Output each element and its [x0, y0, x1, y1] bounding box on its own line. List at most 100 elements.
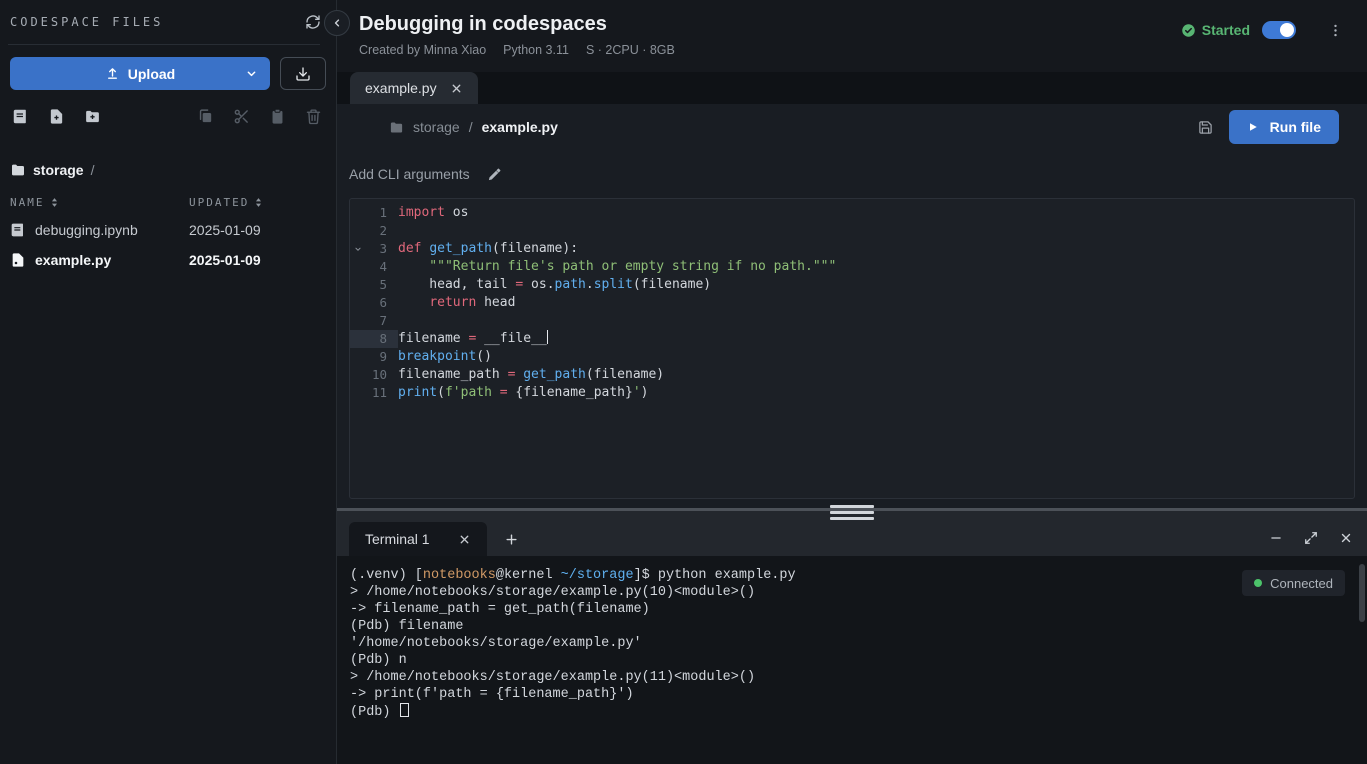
- expand-icon: [1304, 531, 1318, 545]
- download-button[interactable]: [280, 57, 326, 90]
- code-text: breakpoint(): [398, 348, 492, 366]
- sort-by-updated-button[interactable]: UPDATED: [189, 196, 326, 209]
- trash-icon: [305, 108, 322, 125]
- upload-label: Upload: [128, 66, 175, 82]
- refresh-icon: [305, 14, 321, 30]
- line-number: 1: [366, 204, 387, 222]
- line-number: 4: [366, 258, 387, 276]
- expand-terminal-button[interactable]: [1304, 531, 1318, 545]
- file-toolbar: storage / example.py Run file: [337, 104, 1367, 150]
- line-gutter: 4: [350, 258, 398, 276]
- folder-name[interactable]: storage: [33, 162, 84, 178]
- new-terminal-button[interactable]: [504, 532, 519, 547]
- code-line-7[interactable]: 7: [350, 312, 1354, 330]
- resize-handle[interactable]: [830, 505, 874, 520]
- upload-icon: [105, 66, 120, 81]
- code-line-11[interactable]: 11print(f'path = {filename_path}'): [350, 384, 1354, 402]
- connected-badge: Connected: [1242, 570, 1345, 596]
- sort-icon: [252, 196, 265, 209]
- toggle-knob: [1280, 23, 1294, 37]
- folder-icon: [389, 120, 404, 135]
- chevron-left-icon: [330, 16, 344, 30]
- scissors-icon: [233, 108, 250, 125]
- refresh-button[interactable]: [302, 11, 324, 33]
- code-line-4[interactable]: 4 """Return file's path or empty string …: [350, 258, 1354, 276]
- terminal-line: > /home/notebooks/storage/example.py(11)…: [350, 669, 1367, 686]
- code-line-10[interactable]: 10filename_path = get_path(filename): [350, 366, 1354, 384]
- terminal-scrollbar[interactable]: [1359, 564, 1365, 622]
- breadcrumb-folder[interactable]: storage: [413, 119, 460, 135]
- fold-chevron-icon[interactable]: [353, 244, 366, 254]
- save-button[interactable]: [1198, 120, 1213, 135]
- sidebar-breadcrumb[interactable]: storage /: [0, 135, 336, 190]
- line-number: 9: [366, 348, 387, 366]
- tab-terminal-1[interactable]: Terminal 1: [349, 522, 487, 556]
- code-text: def get_path(filename):: [398, 240, 578, 258]
- breadcrumb-file: example.py: [482, 119, 558, 135]
- terminal-line: (Pdb) filename: [350, 618, 1367, 635]
- plus-icon: [504, 532, 519, 547]
- folder-icon: [10, 162, 26, 178]
- line-gutter: 6: [350, 294, 398, 312]
- code-line-5[interactable]: 5 head, tail = os.path.split(filename): [350, 276, 1354, 294]
- line-number: 5: [366, 276, 387, 294]
- line-gutter: 7: [350, 312, 398, 330]
- close-icon: [1339, 531, 1353, 545]
- breadcrumb-separator: /: [91, 162, 95, 178]
- file-row[interactable]: debugging.ipynb2025-01-09: [0, 215, 336, 245]
- file-name: example.py: [10, 252, 189, 268]
- minimize-terminal-button[interactable]: [1269, 531, 1283, 545]
- cli-arguments-label: Add CLI arguments: [349, 166, 470, 182]
- line-gutter: 9: [350, 348, 398, 366]
- close-icon: [450, 82, 463, 95]
- code-text: print(f'path = {filename_path}'): [398, 384, 648, 402]
- close-tab-button[interactable]: [450, 82, 463, 95]
- collapse-sidebar-button[interactable]: [324, 10, 350, 36]
- code-text: head, tail = os.path.split(filename): [398, 276, 711, 294]
- machine-spec: S · 2CPU · 8GB: [586, 43, 675, 57]
- run-file-button[interactable]: Run file: [1229, 110, 1339, 144]
- more-options-button[interactable]: [1324, 19, 1347, 42]
- folder-plus-icon: [84, 108, 101, 125]
- line-gutter: 10: [350, 366, 398, 384]
- play-icon: [1247, 121, 1259, 133]
- line-gutter: 11: [350, 384, 398, 402]
- file-row[interactable]: example.py2025-01-09: [0, 245, 336, 275]
- new-file-button[interactable]: [46, 106, 67, 127]
- notebook-header: Debugging in codespaces Created by Minna…: [337, 0, 1367, 72]
- machine-toggle[interactable]: [1262, 21, 1296, 39]
- line-gutter: 5: [350, 276, 398, 294]
- code-line-1[interactable]: 1import os: [350, 204, 1354, 222]
- file-breadcrumb: storage / example.py: [389, 119, 558, 135]
- sidebar: CODESPACE FILES Upload storage / NAME: [0, 0, 337, 764]
- sidebar-title: CODESPACE FILES: [10, 15, 163, 29]
- edit-cli-arguments-button[interactable]: [487, 167, 502, 182]
- status-badge: Started: [1181, 22, 1250, 38]
- code-line-9[interactable]: 9 breakpoint(): [350, 348, 1354, 366]
- pencil-icon: [487, 167, 502, 182]
- terminal-output[interactable]: (.venv) [notebooks@kernel ~/storage]$ py…: [337, 556, 1367, 764]
- app-window: CODESPACE FILES Upload storage / NAME: [0, 0, 1367, 764]
- main-area: Debugging in codespaces Created by Minna…: [337, 0, 1367, 764]
- duplicate-button: [195, 106, 216, 127]
- terminal-lines: (.venv) [notebooks@kernel ~/storage]$ py…: [350, 567, 1367, 720]
- close-terminal-tab-button[interactable]: [458, 533, 471, 546]
- sort-by-name-button[interactable]: NAME: [10, 196, 189, 209]
- new-folder-button[interactable]: [82, 106, 103, 127]
- tab-example-py[interactable]: example.py: [350, 72, 478, 104]
- code-line-2[interactable]: 2: [350, 222, 1354, 240]
- close-terminal-button[interactable]: [1339, 531, 1353, 545]
- code-line-6[interactable]: 6 return head: [350, 294, 1354, 312]
- code-line-3[interactable]: 3 def get_path(filename):: [350, 240, 1354, 258]
- terminal-line: -> print(f'path = {filename_path}'): [350, 686, 1367, 703]
- file-table-header: NAME UPDATED: [0, 190, 336, 215]
- line-number: 3: [366, 240, 387, 258]
- panel-resize-area[interactable]: [337, 499, 1367, 511]
- code-editor[interactable]: 1import os23 def get_path(filename):4 """…: [349, 198, 1355, 499]
- new-notebook-button[interactable]: [10, 106, 31, 127]
- connected-dot-icon: [1254, 579, 1262, 587]
- upload-button[interactable]: Upload: [10, 57, 270, 90]
- code-text: filename = __file__: [398, 330, 548, 348]
- code-line-8[interactable]: 8filename = __file__: [350, 330, 1354, 348]
- tab-label: example.py: [365, 80, 437, 96]
